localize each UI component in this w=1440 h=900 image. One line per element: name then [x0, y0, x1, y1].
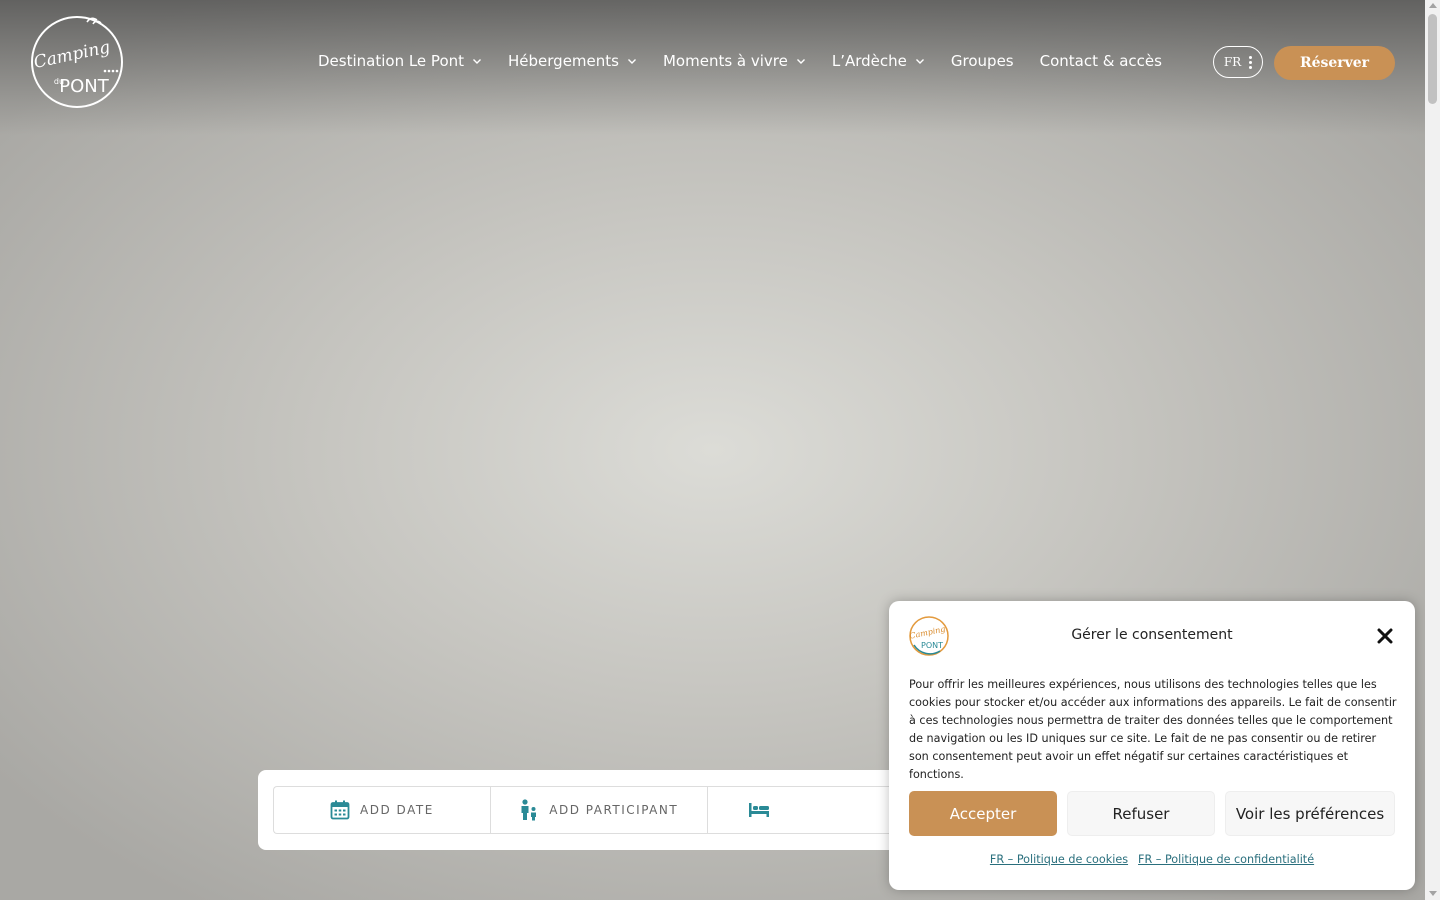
consent-links: FR – Politique de cookies FR – Politique… — [889, 853, 1415, 866]
scroll-down-arrow-icon[interactable] — [1429, 891, 1437, 896]
logo-text-pont: PONT — [59, 76, 109, 97]
more-vertical-icon — [1249, 55, 1253, 69]
nav-moments[interactable]: Moments à vivre — [663, 52, 806, 70]
chevron-down-icon — [473, 59, 482, 64]
add-participant-label: ADD PARTICIPANT — [549, 803, 679, 817]
calendar-icon — [330, 800, 350, 820]
add-date-field[interactable]: ADD DATE — [274, 787, 491, 833]
consent-title: Gérer le consentement — [1071, 627, 1233, 643]
nav-contact[interactable]: Contact & accès — [1040, 52, 1162, 70]
add-participant-field[interactable]: ADD PARTICIPANT — [491, 787, 708, 833]
family-icon — [521, 799, 537, 821]
chevron-down-icon — [915, 59, 924, 64]
privacy-policy-link[interactable]: FR – Politique de confidentialité — [1138, 853, 1314, 866]
nav-hebergements[interactable]: Hébergements — [508, 52, 637, 70]
nav-label: Destination Le Pont — [318, 52, 465, 70]
nav-destination[interactable]: Destination Le Pont — [318, 52, 482, 70]
camping-logo[interactable]: Camping du PONT — [29, 14, 125, 110]
nav-groupes[interactable]: Groupes — [951, 52, 1014, 70]
nav-label: L’Ardèche — [831, 52, 907, 70]
main-nav: Destination Le Pont Hébergements Moments… — [318, 52, 1188, 70]
bed-icon — [748, 803, 769, 817]
scrollbar-thumb[interactable] — [1428, 14, 1437, 104]
cookie-policy-link[interactable]: FR – Politique de cookies — [990, 853, 1128, 866]
nav-label: Groupes — [950, 52, 1014, 70]
logo-text-camping: Camping — [32, 37, 112, 73]
close-icon[interactable] — [1377, 628, 1393, 644]
nav-label: Contact & accès — [1039, 52, 1162, 70]
language-switcher[interactable]: FR — [1213, 46, 1263, 78]
consent-text: Pour offrir les meilleures expériences, … — [909, 678, 1397, 781]
page-scrollbar[interactable] — [1425, 0, 1440, 900]
chevron-down-icon — [627, 59, 636, 64]
nav-ardeche[interactable]: L’Ardèche — [832, 52, 925, 70]
chevron-down-icon — [796, 59, 805, 64]
language-label: FR — [1223, 55, 1242, 69]
nav-label: Moments à vivre — [662, 52, 788, 70]
booking-fields: ADD DATE ADD PARTICIPANT — [273, 786, 933, 834]
nav-label: Hébergements — [508, 52, 619, 70]
scroll-up-arrow-icon[interactable] — [1429, 3, 1437, 8]
add-date-label: ADD DATE — [360, 803, 434, 817]
reserve-button[interactable]: Réserver — [1274, 46, 1395, 80]
cookie-consent-dialog: Camping PONT Gérer le consentement Pour … — [889, 601, 1415, 890]
booking-bar: ADD DATE ADD PARTICIPANT — [258, 770, 933, 850]
refuse-button[interactable]: Refuser — [1067, 791, 1215, 836]
view-preferences-button[interactable]: Voir les préférences — [1225, 791, 1395, 836]
accept-button[interactable]: Accepter — [909, 791, 1057, 836]
